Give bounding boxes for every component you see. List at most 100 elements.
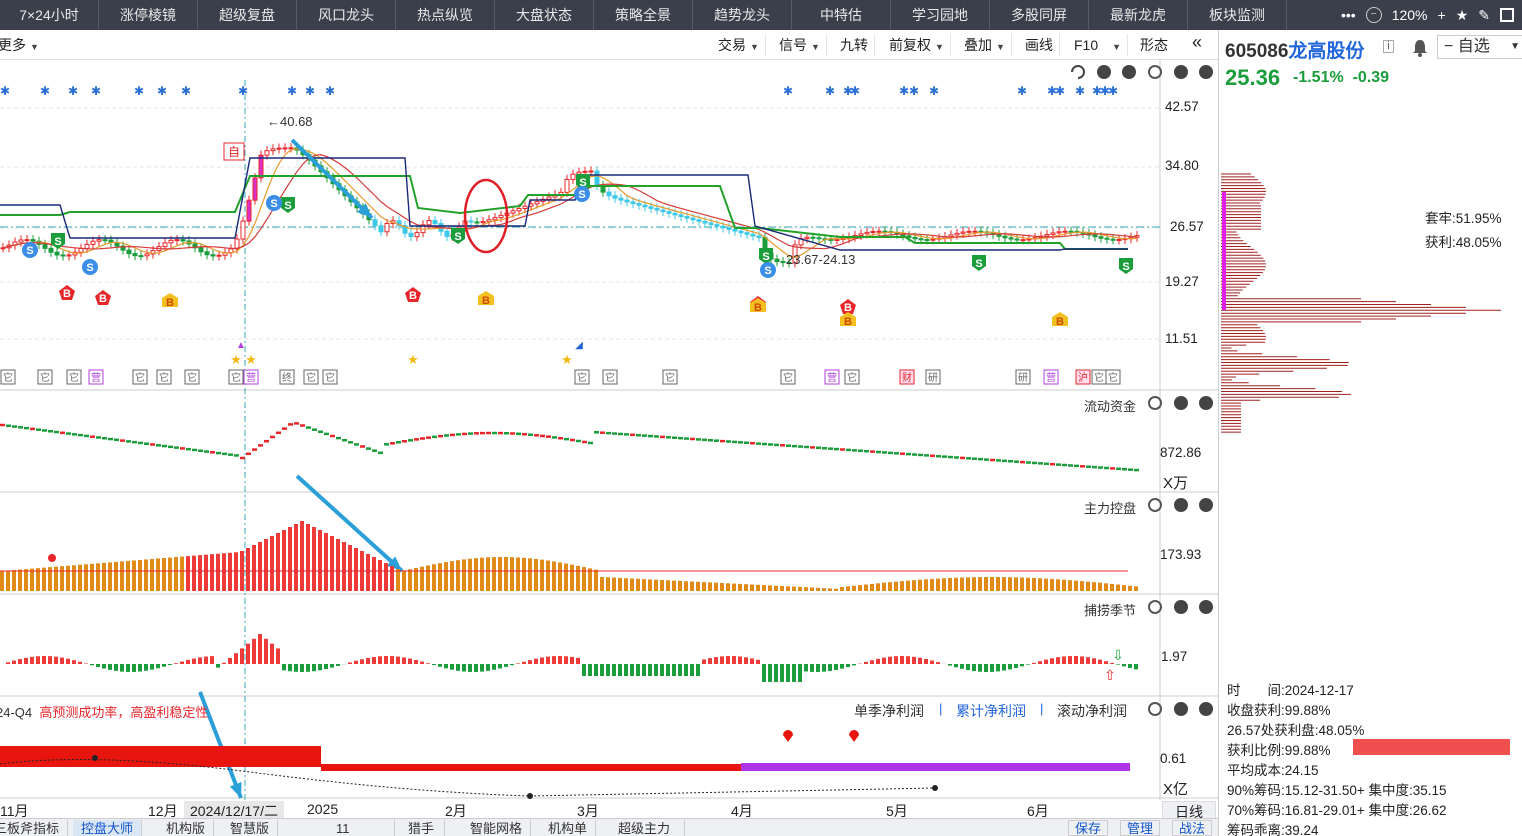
tab-cumulative-profit[interactable]: 累计净利润 <box>956 701 1026 721</box>
control-bar <box>810 587 814 591</box>
zoom-level[interactable]: 120% <box>1392 7 1428 23</box>
season-bar <box>1068 656 1072 664</box>
season-bar <box>768 664 772 682</box>
tab-rolling-profit[interactable]: 滚动净利润 <box>1057 701 1127 721</box>
draw-label: 画线 <box>1025 37 1053 53</box>
nav-item[interactable]: 中特估 <box>792 0 891 30</box>
draw-button[interactable]: 画线 <box>1019 34 1060 56</box>
candle <box>42 243 48 249</box>
collapse-left-icon[interactable]: « <box>1186 31 1208 53</box>
candle <box>972 230 978 233</box>
info-icon[interactable]: i <box>1383 40 1394 53</box>
nav-item[interactable]: 最新龙虎 <box>1089 0 1188 30</box>
gold-star-icon: ★ <box>407 352 419 367</box>
signal-menu[interactable]: 信号 ▼ <box>773 34 827 56</box>
nav-item[interactable]: 热点纵览 <box>396 0 495 30</box>
season-bar <box>252 638 256 664</box>
control-bar <box>894 581 898 591</box>
pencil-icon[interactable]: ✎ <box>1478 7 1490 24</box>
control-bar <box>1128 585 1132 591</box>
candle <box>594 170 600 186</box>
control-bar <box>1062 579 1066 591</box>
adjust-label: 前复权 <box>889 37 931 53</box>
adjust-menu[interactable]: 前复权 ▼ <box>883 34 951 56</box>
nav-item[interactable]: 趋势龙头 <box>693 0 792 30</box>
window-restore-icon[interactable] <box>1500 8 1514 22</box>
nav-item[interactable]: 学习园地 <box>891 0 990 30</box>
candle <box>492 217 498 221</box>
nav-item[interactable]: 风口龙头 <box>297 0 396 30</box>
tab-indicator[interactable]: 11 <box>292 820 395 836</box>
minus-circle-icon[interactable]: − <box>1365 7 1382 23</box>
season-bar <box>324 664 328 670</box>
season-bar <box>354 660 358 664</box>
season-bar <box>582 664 586 676</box>
stock-name[interactable]: 龙高股份 <box>1288 41 1364 62</box>
strategy-button[interactable]: 战法 <box>1172 820 1213 836</box>
close-icon <box>1199 65 1213 79</box>
control-bar <box>162 558 166 591</box>
profit-bar-q4 <box>0 746 321 767</box>
event-tag: 它 <box>159 371 169 384</box>
signal-text: S <box>1122 261 1129 273</box>
gear-icon <box>1148 600 1162 614</box>
blue-star-mark: ✱ <box>929 84 939 98</box>
control-bar <box>90 563 94 591</box>
season-bar <box>864 661 868 664</box>
nav-item[interactable]: 板块监测 <box>1188 0 1287 30</box>
profit-tagline: 高预测成功率，高盈利稳定性 <box>39 705 209 720</box>
signal-text: S <box>54 236 61 248</box>
season-bar <box>318 664 322 671</box>
buy-signal: B <box>840 312 856 328</box>
nav-item[interactable]: 超级复盘 <box>198 0 297 30</box>
save-button[interactable]: 保存 <box>1068 820 1109 836</box>
plus-icon[interactable]: + <box>1438 7 1446 23</box>
star-icon[interactable]: ★ <box>1456 7 1469 24</box>
nav-item[interactable]: 多股同屏 <box>990 0 1089 30</box>
candle <box>468 220 474 223</box>
control-bar <box>786 586 790 591</box>
more-menu[interactable]: 更多 ▼ <box>0 34 45 56</box>
tab-indicator[interactable]: 智能网格 <box>462 820 532 836</box>
close-icon <box>1199 702 1213 716</box>
pattern-button[interactable]: 形态 <box>1134 34 1174 56</box>
tab-indicator[interactable]: 机构单 <box>540 820 597 836</box>
candle <box>756 235 762 239</box>
control-bar <box>126 560 130 591</box>
nav-item[interactable]: 大盘状态 <box>495 0 594 30</box>
tab-indicator[interactable]: 机构版 <box>158 820 215 836</box>
tab-indicator[interactable]: 猎手 <box>398 820 446 836</box>
overlay-menu[interactable]: 叠加 ▼ <box>958 34 1012 56</box>
control-bar <box>156 558 160 591</box>
tab-indicator[interactable]: 智慧版 <box>222 820 279 836</box>
close-icon <box>1199 498 1213 512</box>
tab-quarter-profit[interactable]: 单季净利润 <box>854 701 924 721</box>
nav-item[interactable]: 7×24小时 <box>0 0 99 30</box>
control-bar <box>516 557 520 591</box>
bell-icon[interactable] <box>1409 37 1431 59</box>
season-value: 1.97 <box>1161 649 1188 664</box>
tab-indicator[interactable]: 超级主力 <box>604 820 686 836</box>
nine-turn-button[interactable]: 九转 <box>834 34 875 56</box>
indicator-tabs: 三板斧指标 控盘大师 机构版 智慧版 11 猎手 智能网格 机构单 超级主力 <box>0 818 1218 836</box>
season-bar <box>954 664 958 668</box>
event-tag: 它 <box>847 371 857 384</box>
trade-menu[interactable]: 交易 ▼ <box>712 34 766 56</box>
control-bar <box>756 584 760 591</box>
manage-button[interactable]: 管理 <box>1120 820 1161 836</box>
f10-menu[interactable]: F10 ▼ <box>1068 34 1129 56</box>
candle <box>720 225 726 229</box>
control-bar <box>792 586 796 591</box>
watchlist-button[interactable]: − 自选 ▼ <box>1437 35 1522 59</box>
season-bar <box>732 656 736 664</box>
tab-indicator[interactable]: 三板斧指标 <box>0 820 69 836</box>
control-bar <box>594 569 598 591</box>
nav-item[interactable]: 涨停棱镜 <box>99 0 198 30</box>
y-tick: 19.27 <box>1165 274 1199 289</box>
tab-indicator-active[interactable]: 控盘大师 <box>73 820 143 836</box>
more-dots-icon[interactable]: ••• <box>1341 7 1356 23</box>
season-bar <box>756 659 760 664</box>
control-bar <box>300 521 304 591</box>
season-bar <box>102 664 106 669</box>
nav-item[interactable]: 策略全景 <box>594 0 693 30</box>
